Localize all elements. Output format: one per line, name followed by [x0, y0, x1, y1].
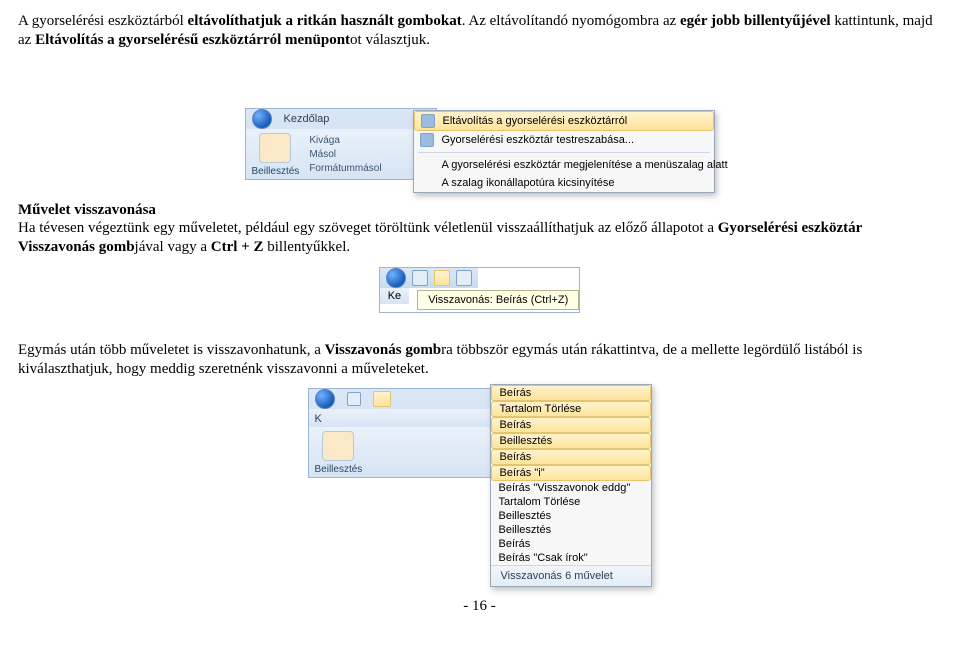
p2-t1: Ha tévesen végeztünk egy műveletet, péld…: [18, 220, 718, 236]
undo-history-item[interactable]: Beillesztés: [491, 509, 651, 523]
menu-customize-qat-label: Gyorselérési eszköztár testreszabása...: [442, 134, 635, 146]
menu-separator: [418, 152, 710, 153]
office-orb-icon[interactable]: [386, 268, 406, 288]
undo-history-item[interactable]: Beírás: [491, 537, 651, 551]
section-undo-title: Művelet visszavonása: [18, 202, 156, 218]
undo-history-menu: BeírásTartalom TörléseBeírásBeillesztésB…: [490, 384, 652, 587]
para-1: A gyorselérési eszköztárból eltávolíthat…: [18, 12, 941, 50]
undo-history-item[interactable]: Beírás: [491, 417, 651, 433]
p3-b1: Visszavonás gomb: [325, 342, 442, 358]
qat-context-menu: Eltávolítás a gyorselérési eszköztárról …: [413, 110, 715, 193]
p1-t2: . Az eltávolítandó nyomógombra az: [462, 13, 680, 29]
p2-t2: jával vagy a: [135, 239, 211, 255]
paste-group[interactable]: Beillesztés: [252, 133, 300, 177]
figure-undo-tooltip: Ke Visszavonás: Beírás (Ctrl+Z): [18, 267, 941, 313]
menu-minimize-ribbon-label: A szalag ikonállapotúra kicsinyítése: [442, 177, 615, 189]
undo-history-item[interactable]: Beírás "i": [491, 465, 651, 481]
undo-history-item[interactable]: Beírás: [491, 385, 651, 401]
tab-home-short[interactable]: K: [315, 413, 322, 425]
menu-show-below-ribbon[interactable]: A gyorselérési eszköztár megjelenítése a…: [414, 156, 714, 174]
paste-icon: [259, 133, 291, 163]
menu-remove-from-qat-label: Eltávolítás a gyorselérési eszköztárról: [443, 115, 628, 127]
qat-undo-dropdown-button[interactable]: [373, 391, 391, 407]
qat-save-icon[interactable]: [347, 392, 361, 406]
office-orb-icon[interactable]: [315, 389, 335, 409]
quick-access-toolbar: [380, 268, 478, 288]
tab-home[interactable]: Kezdőlap: [284, 113, 330, 125]
undo-tooltip: Visszavonás: Beírás (Ctrl+Z): [417, 290, 579, 310]
para-3: Egymás után több műveletet is visszavonh…: [18, 341, 941, 379]
qat-redo-icon[interactable]: [456, 270, 472, 286]
menu-show-below-ribbon-label: A gyorselérési eszköztár megjelenítése a…: [442, 159, 728, 171]
para-2: Művelet visszavonása Ha tévesen végeztün…: [18, 201, 941, 257]
undo-tooltip-text: Visszavonás: Beírás (Ctrl+Z): [428, 294, 568, 306]
undo-history-item[interactable]: Beírás: [491, 449, 651, 465]
formatpaint-label[interactable]: Formátummásol: [309, 163, 381, 174]
paste-group[interactable]: Beillesztés: [315, 431, 363, 475]
ribbon-snippet-3: K Beillesztés: [308, 388, 500, 478]
paste-icon: [322, 431, 354, 461]
page-number: - 16 -: [18, 597, 941, 616]
undo-history-item[interactable]: Beillesztés: [491, 433, 651, 449]
paste-label: Beillesztés: [252, 166, 300, 177]
undo-history-item[interactable]: Tartalom Törlése: [491, 401, 651, 417]
menu-remove-from-qat[interactable]: Eltávolítás a gyorselérési eszköztárról: [414, 111, 714, 131]
qat-undo-button[interactable]: [434, 270, 450, 286]
p1-b1: eltávolíthatjuk a ritkán használt gombok…: [188, 13, 462, 29]
qat-save-icon[interactable]: [412, 270, 428, 286]
undo-history-item[interactable]: Beillesztés: [491, 523, 651, 537]
copy-label[interactable]: Másol: [309, 149, 336, 160]
ribbon-snippet-1: Kezdőlap Beillesztés Kivága Másol Formát…: [245, 108, 437, 180]
menu-minimize-ribbon[interactable]: A szalag ikonállapotúra kicsinyítése: [414, 174, 714, 192]
menu-customize-qat[interactable]: Gyorselérési eszköztár testreszabása...: [414, 131, 714, 149]
p1-t1: A gyorselérési eszköztárból: [18, 13, 188, 29]
undo-history-item[interactable]: Beírás "Visszavonok eddg": [491, 481, 651, 495]
tab-home-short-label: Ke: [388, 290, 401, 302]
undo-history-footer: Visszavonás 6 művelet: [491, 565, 651, 586]
p2-t3: billentyűkkel.: [263, 239, 350, 255]
paste-label: Beillesztés: [315, 464, 363, 475]
p3-t1: Egymás után több műveletet is visszavonh…: [18, 342, 325, 358]
p1-t4: ot választjuk.: [350, 32, 430, 48]
undo-history-item[interactable]: Beírás "Csak írok": [491, 551, 651, 565]
p2-b2: Ctrl + Z: [211, 239, 264, 255]
figure-remove-from-qat: Kezdőlap Beillesztés Kivága Másol Formát…: [18, 108, 941, 193]
undo-history-footer-text: Visszavonás 6 művelet: [501, 570, 613, 582]
figure-undo-history: K Beillesztés BeírásTartalom TörléseBeír…: [18, 388, 941, 587]
office-orb-icon[interactable]: [252, 109, 272, 129]
tab-home-short[interactable]: Ke: [380, 288, 409, 304]
p1-b2: egér jobb billentyűjével: [680, 13, 831, 29]
cut-label[interactable]: Kivága: [309, 135, 340, 146]
undo-history-item[interactable]: Tartalom Törlése: [491, 495, 651, 509]
p1-b3: Eltávolítás a gyorselérésű eszköztárról …: [35, 32, 350, 48]
